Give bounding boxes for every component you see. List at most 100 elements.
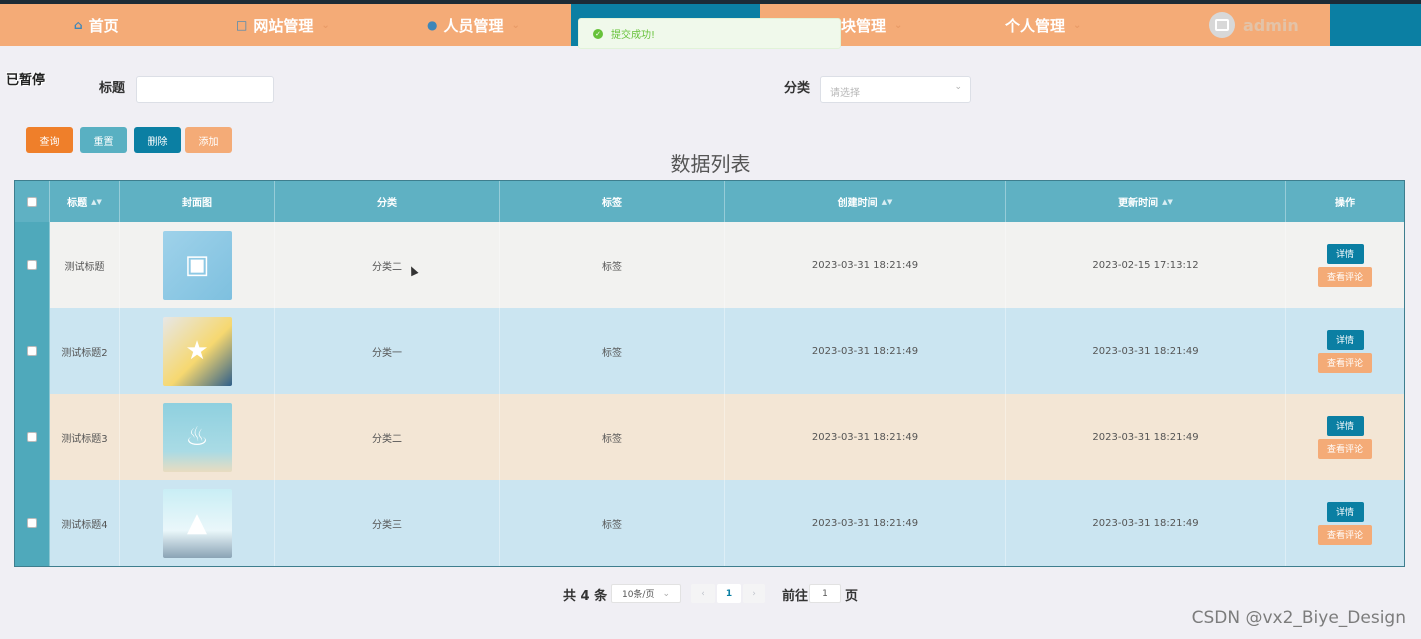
col-updated[interactable]: 更新时间 ▲▼ — [1006, 181, 1286, 222]
cell-category: 分类一 — [275, 308, 500, 394]
home-icon: ⌂ — [74, 18, 83, 32]
sort-icon[interactable]: ▲▼ — [91, 198, 102, 206]
nav-item-label: 首页 — [88, 16, 119, 35]
toast-message: 提交成功! — [611, 30, 656, 41]
sort-icon[interactable]: ▲▼ — [882, 198, 893, 206]
col-title-label: 标题 — [67, 198, 88, 209]
cell-updated: 2023-03-31 18:21:49 — [1006, 480, 1286, 566]
detail-button[interactable]: 详情 — [1326, 329, 1364, 350]
col-tag-label: 标签 — [602, 198, 622, 209]
table-row: 测试标题3 ♨ 分类二 标签 2023-03-31 18:21:49 2023-… — [15, 394, 1404, 480]
goto-suffix: 页 — [845, 589, 859, 604]
category-select[interactable]: 请选择 ⌄ — [820, 76, 971, 103]
category-placeholder: 请选择 — [830, 88, 860, 99]
watermark: CSDN @vx2_Biye_Design — [1191, 608, 1406, 628]
row-checkbox[interactable] — [27, 432, 37, 442]
nav-item-user-manage[interactable]: ● 人员管理 ⌄ — [427, 4, 520, 46]
nav-item-label: 网站管理 — [253, 16, 314, 35]
avatar — [1209, 12, 1235, 38]
next-page-button[interactable]: › — [743, 584, 765, 603]
goto-prefix: 前往 — [782, 589, 809, 604]
table-heading: 数据列表 — [670, 152, 751, 176]
cell-cover: ▲ — [120, 480, 275, 566]
title-input[interactable] — [136, 76, 274, 103]
cell-actions: 详情 查看评论 — [1286, 308, 1404, 394]
nav-item-personal-manage[interactable]: 个人管理 ⌄ — [1005, 4, 1081, 46]
cell-category: 分类二 — [275, 222, 500, 308]
select-all-checkbox[interactable] — [27, 196, 37, 207]
cell-created: 2023-03-31 18:21:49 — [725, 480, 1006, 566]
row-checkbox-cell[interactable] — [15, 394, 50, 480]
col-created[interactable]: 创建时间 ▲▼ — [725, 181, 1006, 222]
detail-button[interactable]: 详情 — [1326, 243, 1364, 264]
cell-cover: ★ — [120, 308, 275, 394]
cell-actions: 详情 查看评论 — [1286, 222, 1404, 308]
user-menu[interactable]: admin — [1209, 12, 1299, 38]
nav-item-label: 块管理 — [841, 16, 887, 35]
table-header: 标题 ▲▼ 封面图 分类 标签 创建时间 ▲▼ 更新时间 ▲▼ 操作 — [15, 181, 1404, 222]
select-all-checkbox-cell[interactable] — [15, 181, 50, 222]
row-checkbox-cell[interactable] — [15, 480, 50, 566]
paused-overlay-text: 已暂停 — [6, 73, 46, 88]
sort-icon[interactable]: ▲▼ — [1162, 198, 1173, 206]
view-comments-button[interactable]: 查看评论 — [1318, 438, 1372, 459]
cover-image[interactable]: ♨ — [162, 402, 232, 472]
nav-item-block-manage[interactable]: 块管理 ⌄ — [841, 4, 902, 46]
prev-page-button[interactable]: ‹ — [691, 584, 715, 603]
view-comments-button[interactable]: 查看评论 — [1318, 524, 1372, 545]
cell-title: 测试标题 — [50, 222, 120, 308]
col-updated-label: 更新时间 — [1118, 198, 1159, 209]
nav-item-label: 人员管理 — [443, 16, 504, 35]
chevron-down-icon: ⌄ — [321, 19, 330, 31]
row-checkbox[interactable] — [27, 260, 37, 270]
view-comments-button[interactable]: 查看评论 — [1318, 352, 1372, 373]
col-actions-label: 操作 — [1335, 198, 1355, 209]
row-checkbox-cell[interactable] — [15, 222, 50, 308]
col-category: 分类 — [275, 181, 500, 222]
detail-button[interactable]: 详情 — [1326, 501, 1364, 522]
cell-title: 测试标题2 — [50, 308, 120, 394]
pager-total: 共 4 条 — [563, 589, 608, 604]
cover-image[interactable]: ▲ — [162, 488, 232, 558]
col-cover-label: 封面图 — [182, 198, 212, 209]
col-category-label: 分类 — [377, 198, 397, 209]
chevron-down-icon: ⌄ — [894, 19, 903, 31]
col-created-label: 创建时间 — [837, 198, 878, 209]
nav-item-home[interactable]: ⌂ 首页 — [74, 4, 119, 46]
cell-updated: 2023-03-31 18:21:49 — [1006, 308, 1286, 394]
chevron-down-icon: ⌄ — [511, 19, 520, 31]
row-checkbox-cell[interactable] — [15, 308, 50, 394]
cover-image[interactable]: ▣ — [162, 230, 232, 300]
cell-tag: 标签 — [500, 308, 725, 394]
chevron-down-icon: ⌄ — [1073, 19, 1082, 31]
cell-title: 测试标题3 — [50, 394, 120, 480]
view-comments-button[interactable]: 查看评论 — [1318, 266, 1372, 287]
cell-updated: 2023-02-15 17:13:12 — [1006, 222, 1286, 308]
cell-tag: 标签 — [500, 480, 725, 566]
table-row: 测试标题4 ▲ 分类三 标签 2023-03-31 18:21:49 2023-… — [15, 480, 1404, 566]
row-checkbox[interactable] — [27, 518, 37, 528]
cell-updated: 2023-03-31 18:21:49 — [1006, 394, 1286, 480]
table-row: 测试标题2 ★ 分类一 标签 2023-03-31 18:21:49 2023-… — [15, 308, 1404, 394]
chevron-down-icon: ⌄ — [954, 82, 962, 92]
cell-category: 分类三 — [275, 480, 500, 566]
cell-actions: 详情 查看评论 — [1286, 394, 1404, 480]
cell-tag: 标签 — [500, 222, 725, 308]
col-title[interactable]: 标题 ▲▼ — [50, 181, 120, 222]
row-checkbox[interactable] — [27, 346, 37, 356]
check-circle-icon: ✓ — [593, 28, 603, 39]
nav-item-site-manage[interactable]: □ 网站管理 ⌄ — [236, 4, 330, 46]
detail-button[interactable]: 详情 — [1326, 415, 1364, 436]
admin-name: admin — [1243, 15, 1299, 35]
category-label: 分类 — [784, 81, 811, 96]
cover-image[interactable]: ★ — [162, 316, 232, 386]
goto-page-input[interactable]: 1 — [809, 584, 841, 603]
page-number[interactable]: 1 — [717, 584, 741, 603]
user-icon: ● — [427, 18, 438, 32]
table-row: 测试标题 ▣ 分类二 标签 2023-03-31 18:21:49 2023-0… — [15, 222, 1404, 308]
monitor-icon: □ — [236, 18, 248, 32]
cell-cover: ♨ — [120, 394, 275, 480]
page-size-select[interactable]: 10条/页 ⌄ — [611, 584, 681, 603]
col-tag: 标签 — [500, 181, 725, 222]
cell-title: 测试标题4 — [50, 480, 120, 566]
